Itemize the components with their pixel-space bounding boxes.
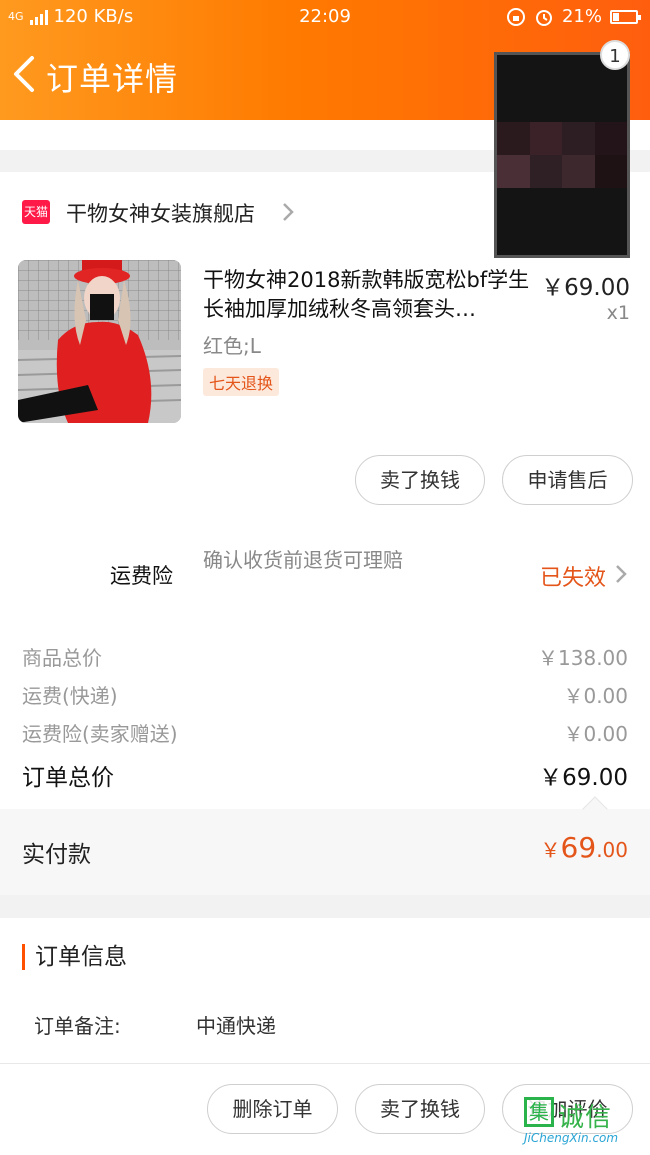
chevron-right-icon bbox=[616, 565, 627, 583]
amount-decimal: .00 bbox=[596, 838, 628, 862]
product-item[interactable]: 干物女神2018新款韩版宽松bf学生长袖加厚加绒秋冬高领套头… 红色;L 七天退… bbox=[0, 260, 650, 425]
currency-symbol: ￥ bbox=[540, 838, 561, 862]
shipping-insurance-label: 运费险 bbox=[110, 564, 173, 588]
price-row-value: ￥138.00 bbox=[538, 646, 628, 670]
store-name: 干物女神女装旗舰店 bbox=[66, 202, 255, 226]
price-row-label: 运费险(卖家赠送) bbox=[22, 722, 178, 746]
price-row-label: 运费(快递) bbox=[22, 684, 118, 708]
return-policy-tag: 七天退换 bbox=[203, 368, 280, 396]
watermark-text: 诚信 bbox=[558, 1103, 613, 1133]
overlay-badge: 1 bbox=[600, 40, 630, 70]
tmall-logo: 天猫 bbox=[22, 200, 50, 224]
battery-icon bbox=[610, 9, 641, 24]
page-title: 订单详情 bbox=[46, 60, 179, 98]
chevron-right-icon bbox=[283, 203, 294, 221]
site-watermark: 集 诚信 JiChengXin.com bbox=[524, 1097, 642, 1149]
order-total-value: ￥69.00 bbox=[539, 765, 628, 791]
callout-notch bbox=[582, 796, 608, 822]
battery-percent: 21% bbox=[561, 6, 602, 27]
shipping-insurance-status: 已失效 bbox=[539, 566, 606, 591]
watermark-logo-icon: 集 bbox=[524, 1097, 554, 1127]
price-row-label: 商品总价 bbox=[22, 646, 102, 670]
product-image[interactable] bbox=[18, 260, 181, 423]
alarm-icon bbox=[535, 9, 552, 26]
product-photo-icon bbox=[18, 260, 181, 423]
shipping-insurance-row[interactable]: 运费险 确认收货前退货可理赔 已失效 bbox=[0, 534, 650, 614]
rotation-lock-icon bbox=[506, 7, 525, 26]
product-price: ￥69.00 bbox=[541, 275, 630, 301]
product-sku: 红色;L bbox=[203, 334, 261, 358]
sell-for-cash-button[interactable]: 卖了换钱 bbox=[355, 1084, 485, 1134]
price-row-value: ￥0.00 bbox=[563, 722, 628, 746]
product-quantity: x1 bbox=[606, 302, 630, 324]
shipping-insurance-desc: 确认收货前退货可理赔 bbox=[203, 548, 403, 572]
blurred-floating-window[interactable] bbox=[494, 52, 630, 258]
back-icon[interactable] bbox=[10, 54, 42, 94]
amount-integer: 69 bbox=[560, 831, 597, 864]
order-info-title: 订单信息 bbox=[22, 944, 127, 970]
sell-for-cash-button[interactable]: 卖了换钱 bbox=[355, 455, 485, 505]
divider bbox=[0, 1063, 650, 1064]
actual-payment-label: 实付款 bbox=[22, 842, 91, 868]
watermark-url: JiChengXin.com bbox=[524, 1131, 619, 1145]
delete-order-button[interactable]: 删除订单 bbox=[207, 1084, 338, 1134]
product-title: 干物女神2018新款韩版宽松bf学生长袖加厚加绒秋冬高领套头… bbox=[203, 268, 530, 321]
actual-payment-amount: ￥69.00 bbox=[541, 831, 628, 864]
actual-payment-box: 实付款 ￥69.00 bbox=[0, 796, 650, 895]
order-note-value: 中通快递 bbox=[196, 1014, 276, 1038]
order-card: 天猫 干物女神女装旗舰店 干物女神2018新款韩版宽松bf学生长袖加厚加绒秋冬高… bbox=[0, 172, 650, 895]
price-row-value: ￥0.00 bbox=[563, 684, 628, 708]
order-total-label: 订单总价 bbox=[22, 765, 114, 791]
order-note-label: 订单备注: bbox=[34, 1014, 121, 1038]
status-right: 21% bbox=[506, 6, 641, 27]
status-bar: 4G 120 KB/s 22:09 21% bbox=[0, 0, 650, 34]
apply-after-sale-button[interactable]: 申请售后 bbox=[502, 455, 633, 505]
